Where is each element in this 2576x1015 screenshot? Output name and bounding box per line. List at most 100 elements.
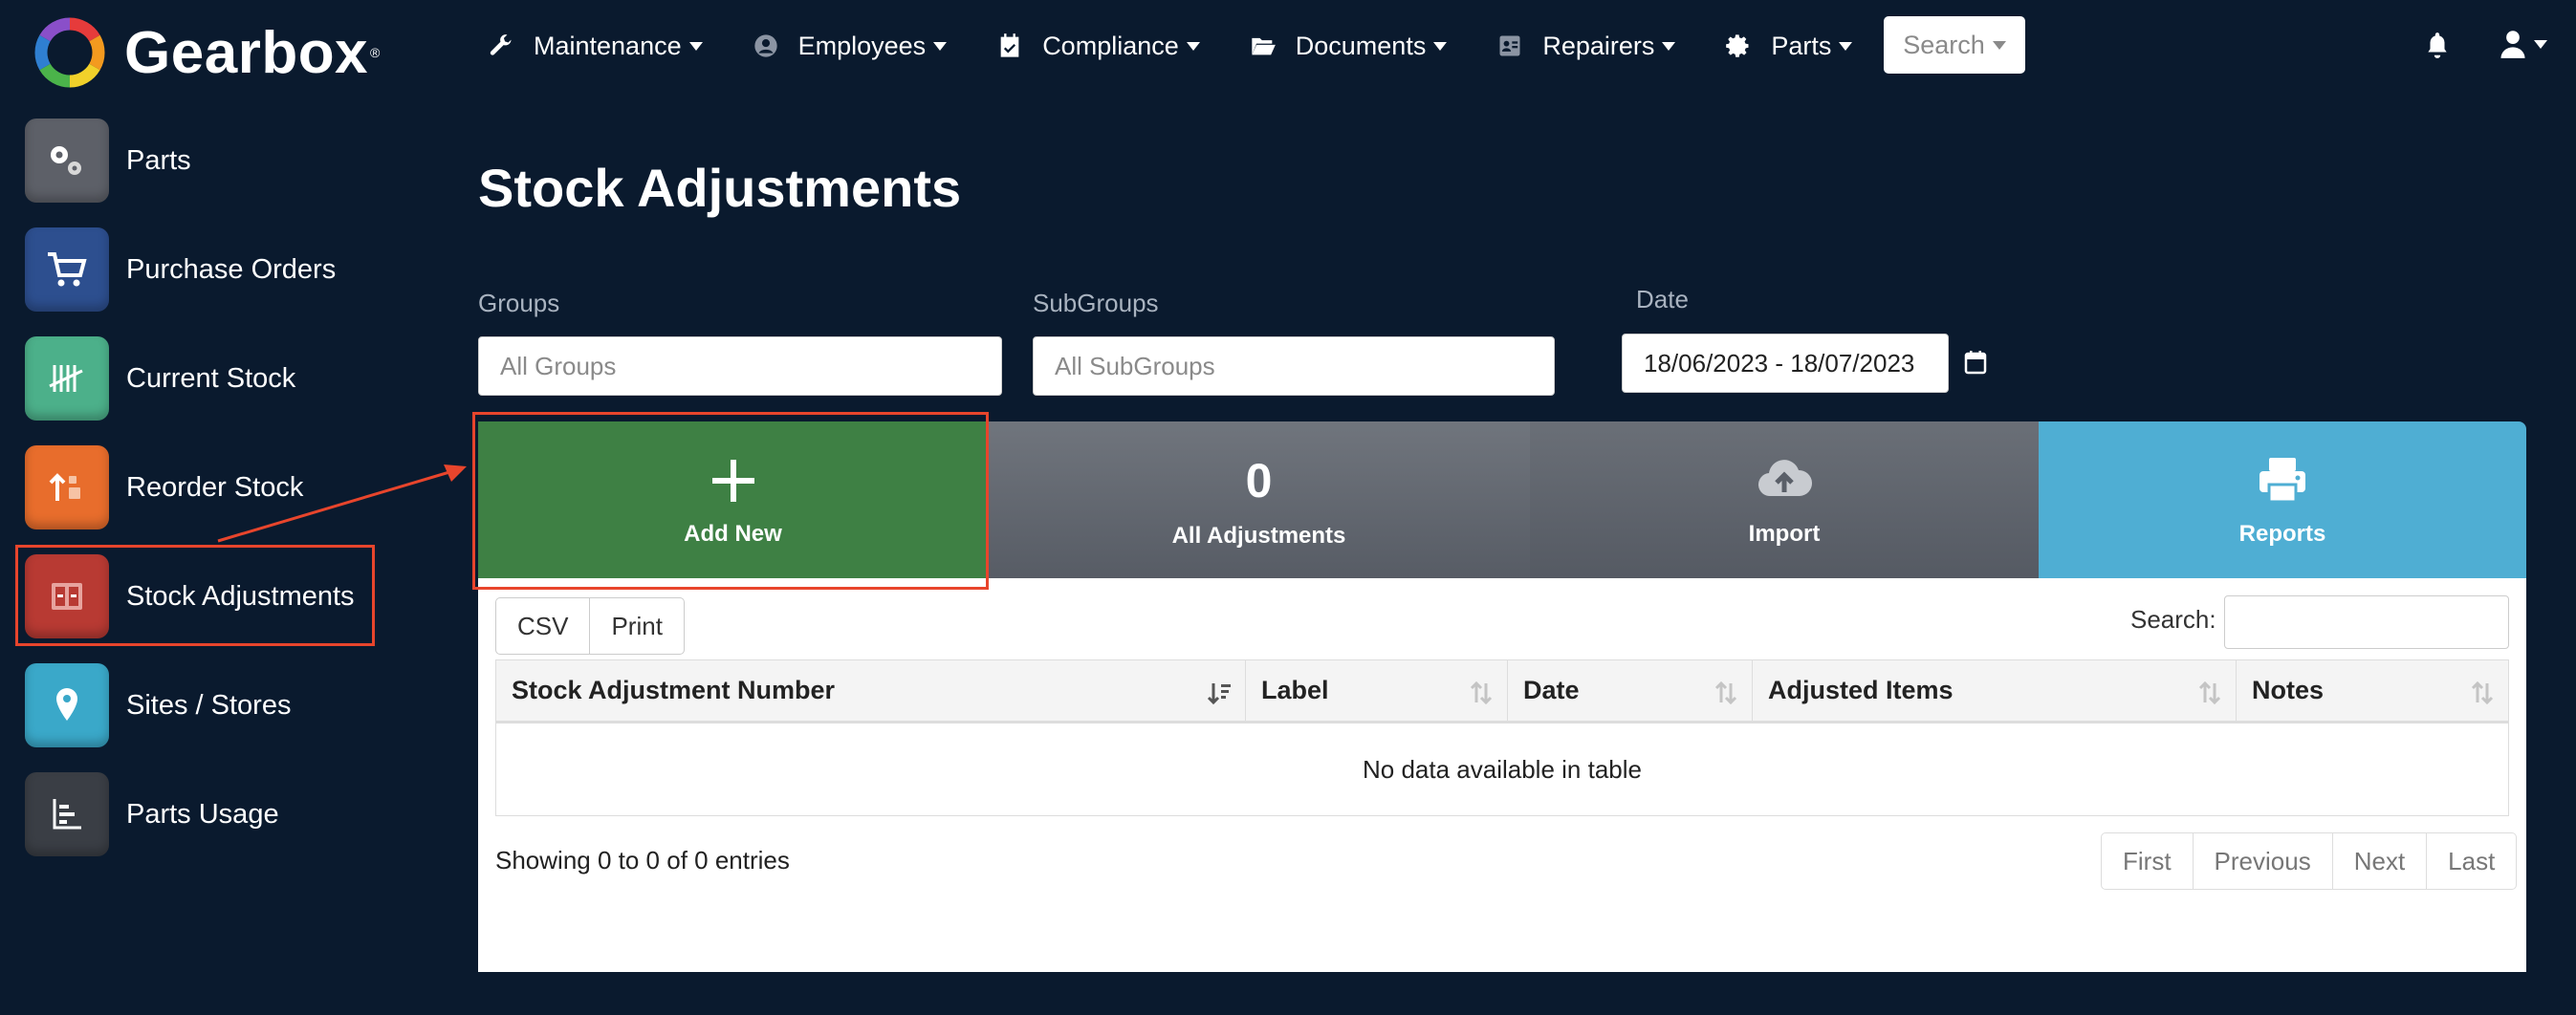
nav-employees[interactable]: Employees [753, 32, 948, 61]
column-label: Label [1261, 676, 1329, 704]
folder-open-icon [1252, 37, 1276, 55]
all-adjustments-count: 0 [1245, 454, 1273, 508]
column-label: Adjusted Items [1768, 676, 1954, 704]
side-icon-box [25, 663, 109, 747]
subgroups-select[interactable]: All SubGroups [1033, 336, 1555, 396]
sidebar-label: Parts Usage [126, 798, 279, 830]
nav-label: Parts [1771, 31, 1832, 60]
sidebar-item-reorder-stock[interactable]: Reorder Stock [25, 445, 388, 529]
date-range-value: 18/06/2023 - 18/07/2023 [1644, 348, 1915, 378]
search-dropdown-button[interactable]: Search [1884, 16, 2025, 74]
nav-repairers[interactable]: Repairers [1496, 31, 1676, 61]
caret-down-icon [1839, 41, 1853, 51]
sort-icon [1470, 680, 1493, 705]
sidebar-item-current-stock[interactable]: Current Stock [25, 336, 388, 421]
nav-label: Maintenance [534, 31, 682, 60]
subgroups-placeholder: All SubGroups [1055, 351, 1215, 380]
side-icon-box [25, 119, 109, 203]
caret-down-icon [933, 41, 948, 51]
column-label: Notes [2252, 676, 2325, 704]
reports-tile[interactable]: Reports [2039, 421, 2526, 578]
column-label: Date [1523, 676, 1580, 704]
shopping-cart-icon [48, 252, 87, 287]
sort-icon [2471, 680, 2494, 705]
caret-down-icon [2534, 39, 2547, 49]
empty-table-message: No data available in table [496, 723, 2508, 815]
table-search-input[interactable] [2224, 595, 2509, 649]
reorder-icon [49, 473, 80, 501]
sidebar-label: Reorder Stock [126, 471, 304, 503]
subgroups-label: SubGroups [1033, 289, 1159, 317]
column-label: Stock Adjustment Number [512, 676, 836, 704]
pager-last[interactable]: Last [2426, 832, 2518, 890]
side-icon-box [25, 227, 109, 312]
bell-icon[interactable] [2425, 31, 2450, 59]
gearbox-logo-icon [34, 17, 105, 88]
sidebar-label: Purchase Orders [126, 253, 337, 285]
pager-previous[interactable]: Previous [2192, 832, 2333, 890]
id-card-icon [1499, 35, 1520, 56]
print-button[interactable]: Print [590, 597, 685, 655]
main-menu: Maintenance Employees Compliance Documen… [488, 21, 1902, 71]
side-icon-box [25, 445, 109, 529]
printer-icon [2259, 458, 2305, 504]
map-pin-icon [56, 688, 77, 721]
pager-first[interactable]: First [2101, 832, 2194, 890]
cloud-upload-icon [1757, 460, 1813, 497]
registered-mark: ® [370, 45, 381, 60]
caret-down-icon [1186, 41, 1200, 51]
sidebar-label: Parts [126, 144, 191, 176]
column-header-adjusted-items[interactable]: Adjusted Items [1753, 660, 2237, 721]
highlight-box-add-new [472, 412, 989, 590]
caret-down-icon [1992, 40, 2006, 50]
nav-parts[interactable]: Parts [1725, 31, 1853, 61]
user-icon [2500, 31, 2525, 58]
all-adjustments-label: All Adjustments [1171, 523, 1346, 549]
brand[interactable]: Gearbox ® [34, 17, 380, 88]
import-tile[interactable]: Import [1530, 421, 2039, 578]
nav-label: Employees [797, 31, 927, 60]
all-adjustments-tile[interactable]: 0 All Adjustments [988, 421, 1530, 578]
sidebar-item-purchase-orders[interactable]: Purchase Orders [25, 227, 388, 312]
column-header-date[interactable]: Date [1508, 660, 1753, 721]
table-header: Stock Adjustment Number Label Date Adjus… [496, 660, 2508, 723]
sidebar-item-sites-stores[interactable]: Sites / Stores [25, 663, 388, 747]
user-circle-icon [753, 34, 777, 57]
user-menu[interactable] [2500, 29, 2547, 59]
sidebar-item-parts-usage[interactable]: Parts Usage [25, 772, 388, 856]
pagination: First Previous Next Last [2101, 832, 2518, 890]
column-header-notes[interactable]: Notes [2237, 660, 2508, 721]
groups-select[interactable]: All Groups [478, 336, 1002, 396]
sidebar-item-parts[interactable]: Parts [25, 119, 388, 203]
table-info: Showing 0 to 0 of 0 entries [495, 846, 790, 875]
calendar-check-icon [1000, 33, 1019, 57]
nav-maintenance[interactable]: Maintenance [488, 32, 703, 61]
gear-icon [1726, 34, 1749, 57]
tally-icon [49, 365, 83, 392]
table-panel: CSV Print Search: Stock Adjustment Numbe… [478, 578, 2526, 972]
wrench-icon [490, 34, 512, 55]
table-search-label: Search: [2130, 605, 2216, 634]
csv-button[interactable]: CSV [495, 597, 591, 655]
export-buttons: CSV Print [495, 597, 685, 655]
column-header-label[interactable]: Label [1246, 660, 1508, 721]
side-icon-box [25, 336, 109, 421]
pager-next[interactable]: Next [2331, 832, 2428, 890]
caret-down-icon [1433, 41, 1448, 51]
date-range-input[interactable]: 18/06/2023 - 18/07/2023 [1622, 334, 1949, 393]
caret-down-icon [688, 41, 703, 51]
nav-label: Repairers [1542, 31, 1655, 60]
highlight-box-sidebar [15, 545, 375, 646]
calendar-icon[interactable] [1964, 350, 1987, 375]
nav-documents[interactable]: Documents [1250, 32, 1448, 61]
groups-label: Groups [478, 289, 560, 317]
sidebar-label: Sites / Stores [126, 689, 292, 721]
sidebar-label: Current Stock [126, 362, 296, 394]
column-header-stock-adjustment-number[interactable]: Stock Adjustment Number [496, 660, 1246, 721]
groups-placeholder: All Groups [500, 351, 617, 380]
nav-label: Documents [1295, 31, 1427, 60]
sort-icon [1714, 680, 1737, 705]
nav-compliance[interactable]: Compliance [996, 32, 1200, 61]
brand-name: Gearbox [124, 19, 369, 86]
import-label: Import [1748, 521, 1821, 547]
